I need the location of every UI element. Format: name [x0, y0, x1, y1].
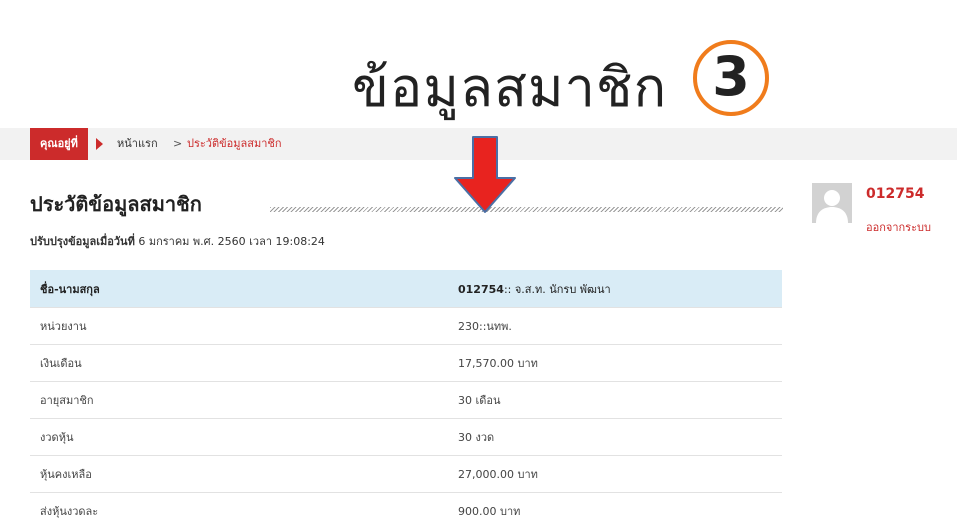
row-value: 30 งวด: [448, 419, 782, 456]
member-name: :: จ.ส.ท. นักรบ พัฒนา: [504, 283, 611, 296]
user-silhouette-icon: [812, 183, 852, 223]
breadcrumb-badge-arrow-icon: [96, 138, 103, 150]
header-value: 012754:: จ.ส.ท. นักรบ พัฒนา: [448, 270, 782, 308]
user-id-link[interactable]: 012754: [866, 184, 924, 204]
last-updated-value: 6 มกราคม พ.ศ. 2560 เวลา 19:08:24: [138, 235, 325, 248]
table-row: หน่วยงาน 230::นทพ.: [30, 308, 782, 345]
row-label: ส่งหุ้นงวดละ: [30, 493, 448, 529]
member-info-table: ชื่อ-นามสกุล 012754:: จ.ส.ท. นักรบ พัฒนา…: [30, 270, 782, 529]
logout-link[interactable]: ออกจากระบบ: [866, 220, 931, 236]
breadcrumb-home-link[interactable]: หน้าแรก: [117, 128, 158, 160]
breadcrumb-separator: >: [173, 128, 182, 160]
row-value: 17,570.00 บาท: [448, 345, 782, 382]
annotation-title: ข้อมูลสมาชิก: [352, 48, 667, 128]
last-updated-label: ปรับปรุงข้อมูลเมื่อวันที่: [30, 235, 135, 248]
member-id: 012754: [458, 283, 504, 296]
table-row: เงินเดือน 17,570.00 บาท: [30, 345, 782, 382]
row-value: 27,000.00 บาท: [448, 456, 782, 493]
table-row: ส่งหุ้นงวดละ 900.00 บาท: [30, 493, 782, 529]
down-arrow-icon: [453, 136, 517, 214]
row-label: เงินเดือน: [30, 345, 448, 382]
table-header-row: ชื่อ-นามสกุล 012754:: จ.ส.ท. นักรบ พัฒนา: [30, 270, 782, 308]
annotation-area: ข้อมูลสมาชิก 3: [0, 0, 957, 128]
step-number-badge: 3: [693, 40, 769, 116]
row-value: 230::นทพ.: [448, 308, 782, 345]
row-label: อายุสมาชิก: [30, 382, 448, 419]
page-title: ประวัติข้อมูลสมาชิก: [30, 189, 202, 219]
breadcrumb-current: ประวัติข้อมูลสมาชิก: [187, 128, 282, 160]
row-value: 30 เดือน: [448, 382, 782, 419]
row-label: หุ้นคงเหลือ: [30, 456, 448, 493]
last-updated: ปรับปรุงข้อมูลเมื่อวันที่ 6 มกราคม พ.ศ. …: [30, 233, 325, 251]
table-row: หุ้นคงเหลือ 27,000.00 บาท: [30, 456, 782, 493]
row-label: หน่วยงาน: [30, 308, 448, 345]
breadcrumb-badge: คุณอยู่ที่: [30, 128, 88, 160]
table-row: อายุสมาชิก 30 เดือน: [30, 382, 782, 419]
row-value: 900.00 บาท: [448, 493, 782, 529]
header-label: ชื่อ-นามสกุล: [30, 270, 448, 308]
row-label: งวดหุ้น: [30, 419, 448, 456]
title-divider: [270, 207, 783, 212]
avatar: [812, 183, 852, 223]
table-row: งวดหุ้น 30 งวด: [30, 419, 782, 456]
